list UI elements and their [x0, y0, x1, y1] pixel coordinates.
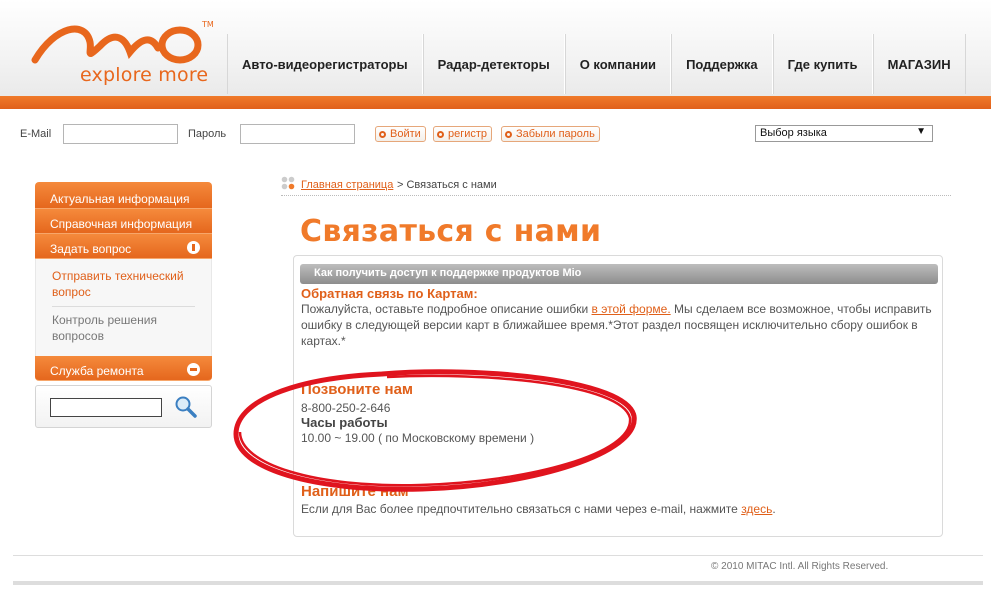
feedback-form-link[interactable]: в этой форме. — [592, 302, 671, 316]
breadcrumb: Главная страница > Связаться с нами — [281, 176, 951, 196]
nav-about[interactable]: О компании — [564, 34, 672, 94]
register-button[interactable]: регистр — [433, 126, 493, 142]
feedback-title: Обратная связь по Картам: — [301, 286, 478, 301]
header-accent-bar — [0, 96, 991, 109]
email-label: E-Mail — [20, 128, 52, 140]
write-title: Напишите нам — [301, 483, 409, 500]
password-field[interactable] — [240, 124, 355, 144]
breadcrumb-current: > Связаться с нами — [397, 179, 497, 191]
hours-label: Часы работы — [301, 415, 388, 430]
call-title: Позвоните нам — [301, 381, 414, 398]
copyright: © 2010 MITAC Intl. All Rights Reserved. — [711, 561, 889, 572]
sidebar-subitem-track-issues[interactable]: Контроль решения вопросов — [52, 307, 195, 350]
feedback-text: Пожалуйста, оставьте подробное описание … — [301, 302, 932, 348]
bullet-icon — [437, 131, 444, 138]
footer-divider — [13, 555, 983, 556]
sidebar-search — [35, 385, 212, 428]
main-nav: Авто-видеорегистраторы Радар-детекторы О… — [227, 34, 966, 94]
nav-radar-detectors[interactable]: Радар-детекторы — [422, 34, 565, 94]
site-header: TM explore more Авто-видеорегистраторы Р… — [0, 0, 991, 98]
nav-dashcams[interactable]: Авто-видеорегистраторы — [227, 34, 423, 94]
nav-support[interactable]: Поддержка — [671, 34, 773, 94]
login-bar: E-Mail Пароль Войти регистр Забыли парол… — [0, 124, 991, 146]
working-hours: 10.00 ~ 19.00 ( по Московскому времени ) — [301, 431, 535, 445]
search-input[interactable] — [50, 398, 162, 417]
search-icon[interactable] — [174, 395, 198, 419]
bullet-icon — [505, 131, 512, 138]
nav-shop[interactable]: МАГАЗИН — [872, 34, 966, 94]
phone-number: 8-800-250-2-646 — [301, 401, 391, 415]
expand-down-icon — [187, 241, 200, 254]
footer-bar — [13, 581, 983, 585]
support-panel: Как получить доступ к поддержке продукто… — [293, 255, 943, 537]
forgot-password-button[interactable]: Забыли пароль — [501, 126, 600, 142]
sidebar-item-repair[interactable]: Служба ремонта — [35, 356, 212, 381]
breadcrumb-dots-icon — [281, 176, 295, 190]
email-here-link[interactable]: здесь — [741, 502, 772, 516]
logo-tagline: explore more — [80, 64, 209, 86]
panel-header: Как получить доступ к поддержке продукто… — [300, 264, 938, 284]
password-label: Пароль — [188, 128, 227, 140]
sidebar-subitem-tech-question[interactable]: Отправить технический вопрос — [52, 263, 195, 307]
dropdown-arrow-icon: ▼ — [916, 126, 926, 137]
sidebar-item-ask-question[interactable]: Задать вопрос — [35, 234, 212, 259]
write-text: Если для Вас более предпочтительно связа… — [301, 502, 776, 516]
collapse-icon — [187, 363, 200, 376]
login-button[interactable]: Войти — [375, 126, 426, 142]
nav-where-to-buy[interactable]: Где купить — [772, 34, 873, 94]
sidebar-item-news[interactable]: Актуальная информация — [35, 182, 212, 209]
language-select[interactable]: Выбор языка ▼ — [755, 125, 933, 142]
email-field[interactable] — [63, 124, 178, 144]
sidebar: Актуальная информация Справочная информа… — [35, 182, 212, 381]
sidebar-submenu: Отправить технический вопрос Контроль ре… — [35, 259, 212, 356]
sidebar-item-reference[interactable]: Справочная информация — [35, 209, 212, 234]
bullet-icon — [379, 131, 386, 138]
page-title: Связаться с нами — [300, 214, 602, 249]
svg-text:TM: TM — [201, 20, 214, 29]
breadcrumb-home-link[interactable]: Главная страница — [301, 179, 393, 191]
